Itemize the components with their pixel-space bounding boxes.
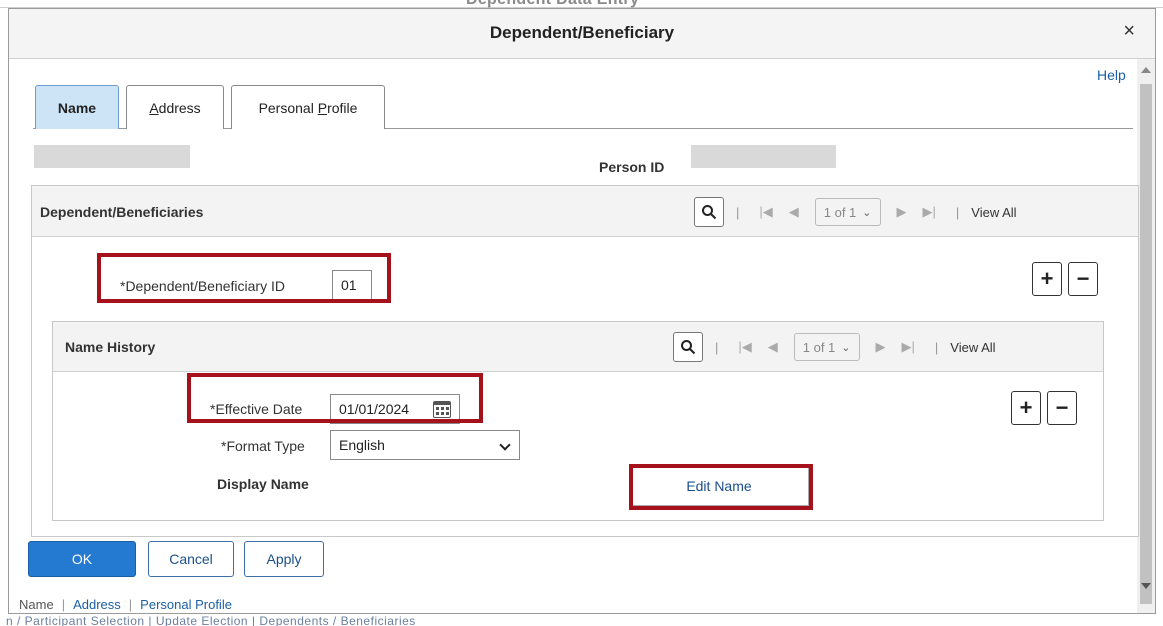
background-breadcrumb: n / Participant Selection | Update Elect… — [6, 614, 416, 626]
name-history-title: Name History — [65, 339, 156, 355]
edit-name-button[interactable]: Edit Name — [629, 466, 809, 506]
previous-page-icon[interactable]: ◀ — [768, 339, 778, 355]
nav-divider: | — [715, 339, 719, 355]
view-all-link[interactable]: View All — [950, 340, 995, 355]
nav-divider: | — [736, 204, 740, 220]
redacted-person-id-block — [691, 145, 836, 168]
dependents-grid-nav: | |◀ ◀ 1 of 1 ⌄ ▶ ▶| | View All — [694, 196, 1017, 228]
nav-divider: | — [934, 339, 939, 355]
dependent-id-label: *Dependent/Beneficiary ID — [120, 278, 285, 294]
last-page-icon[interactable]: ▶| — [902, 339, 915, 355]
scroll-down-arrow-icon[interactable] — [1141, 583, 1151, 589]
dependents-grid-header: Dependent/Beneficiaries | |◀ ◀ 1 of 1 ⌄ … — [32, 186, 1138, 237]
apply-button[interactable]: Apply — [244, 541, 324, 577]
delete-row-button[interactable]: − — [1047, 391, 1077, 425]
format-type-label: *Format Type — [221, 438, 305, 454]
chevron-down-icon: ⌄ — [841, 341, 851, 354]
tab-name[interactable]: Name — [35, 85, 119, 129]
first-page-icon[interactable]: |◀ — [759, 204, 772, 220]
view-all-link[interactable]: View All — [971, 205, 1016, 220]
modal-title: Dependent/Beneficiary — [489, 23, 675, 42]
tab-personal-profile[interactable]: Personal Profile — [231, 85, 385, 129]
scroll-up-arrow-icon[interactable] — [1141, 67, 1151, 73]
page-select-value: 1 of 1 — [823, 204, 857, 220]
background-window-edge: Dependent Data Entry — [0, 0, 1163, 8]
page-select[interactable]: 1 of 1 ⌄ — [793, 333, 860, 361]
dependent-id-field[interactable]: 01 — [332, 270, 372, 300]
tab-personal-profile-label: Personal Profile — [258, 99, 358, 116]
tab-address-label: Address — [149, 99, 201, 116]
bottom-link-personal-profile[interactable]: Personal Profile — [140, 597, 232, 612]
next-page-icon[interactable]: ▶ — [897, 204, 907, 220]
bottom-link-name[interactable]: Name — [19, 597, 54, 612]
search-icon — [702, 205, 717, 220]
tab-bar: Name Address Personal Profile — [33, 85, 1133, 129]
vertical-scrollbar[interactable] — [1137, 59, 1155, 613]
dependent-beneficiary-modal: Dependent/Beneficiary × Help Name Addres… — [8, 8, 1156, 614]
name-history-header: Name History | |◀ ◀ 1 of 1 ⌄ ▶ ▶| | View… — [53, 322, 1103, 372]
help-link[interactable]: Help — [1097, 67, 1126, 83]
search-button[interactable] — [673, 332, 703, 362]
dependents-grid: Dependent/Beneficiaries | |◀ ◀ 1 of 1 ⌄ … — [31, 185, 1139, 537]
name-history-nav: | |◀ ◀ 1 of 1 ⌄ ▶ ▶| | View All — [673, 331, 996, 363]
search-icon — [681, 340, 696, 355]
next-page-icon[interactable]: ▶ — [876, 339, 886, 355]
effective-date-value: 01/01/2024 — [339, 401, 410, 417]
ok-button[interactable]: OK — [28, 541, 136, 577]
name-history-grid: Name History | |◀ ◀ 1 of 1 ⌄ ▶ ▶| | View… — [52, 321, 1104, 521]
link-divider: | — [61, 597, 66, 612]
bottom-link-address[interactable]: Address — [73, 597, 121, 612]
nav-divider: | — [955, 204, 960, 220]
calendar-icon[interactable] — [433, 401, 451, 418]
scroll-thumb[interactable] — [1140, 84, 1152, 604]
search-button[interactable] — [694, 197, 724, 227]
tab-address[interactable]: Address — [126, 85, 224, 129]
person-id-label: Person ID — [599, 159, 665, 175]
display-name-label: Display Name — [217, 476, 309, 492]
background-page-footer: n / Participant Selection | Update Elect… — [0, 612, 1163, 626]
bottom-tab-links: Name | Address | Personal Profile — [19, 597, 232, 612]
add-row-button[interactable]: + — [1011, 391, 1041, 425]
link-divider: | — [128, 597, 133, 612]
redacted-name-block — [34, 145, 190, 168]
dependents-grid-title: Dependent/Beneficiaries — [40, 204, 204, 220]
modal-header: Dependent/Beneficiary × — [9, 9, 1155, 59]
close-icon[interactable]: × — [1123, 21, 1135, 41]
cancel-button[interactable]: Cancel — [148, 541, 234, 577]
chevron-down-icon: ⌄ — [862, 206, 872, 219]
delete-row-button[interactable]: − — [1068, 262, 1098, 296]
add-row-button[interactable]: + — [1032, 262, 1062, 296]
first-page-icon[interactable]: |◀ — [738, 339, 751, 355]
format-type-select[interactable]: English — [330, 430, 520, 460]
effective-date-field[interactable]: 01/01/2024 — [330, 394, 460, 424]
format-type-value: English — [339, 437, 385, 453]
chevron-down-icon — [499, 439, 511, 451]
tab-name-label: Name — [57, 99, 97, 116]
effective-date-label: *Effective Date — [210, 401, 303, 417]
page-select-value: 1 of 1 — [802, 339, 836, 355]
page-select[interactable]: 1 of 1 ⌄ — [814, 198, 881, 226]
previous-page-icon[interactable]: ◀ — [789, 204, 799, 220]
last-page-icon[interactable]: ▶| — [923, 204, 936, 220]
